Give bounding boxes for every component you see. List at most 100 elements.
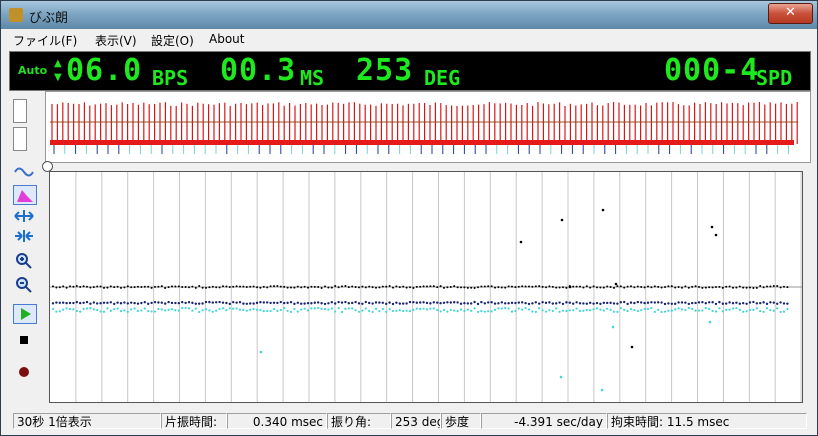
plot-point-navy (140, 301, 143, 305)
plot-point-black (361, 285, 364, 288)
plot-point-black (718, 285, 721, 288)
plot-point-cyan (255, 308, 259, 311)
plot-point-cyan (388, 308, 391, 311)
plot-point-cyan (449, 308, 452, 312)
plot-point-navy (708, 301, 711, 304)
plot-point-navy (51, 302, 55, 305)
menu-view[interactable]: 表示(V) (95, 32, 137, 49)
status-bar: 30秒 1倍表示 片振時間: 0.340 msec 振り角: 253 deg 歩… (9, 411, 809, 431)
plot-point-black (647, 285, 649, 288)
plot-point-cyan (174, 309, 177, 312)
plot-point-cyan (725, 308, 728, 311)
plot-point-black (245, 286, 248, 289)
plot-point-cyan (616, 310, 619, 313)
plot-point-black (109, 285, 112, 288)
menu-settings[interactable]: 設定(O) (151, 32, 194, 49)
plot-point-black (422, 285, 425, 288)
plot-point-navy (572, 302, 575, 305)
plot-point-black (62, 285, 65, 288)
plot-point-cyan (439, 310, 442, 313)
plot-point-navy (480, 300, 483, 304)
window-title: びぶ朗 (29, 11, 69, 26)
menu-file[interactable]: ファイル(F) (13, 32, 77, 49)
plot-point-black (347, 286, 350, 289)
plot-point-cyan (412, 308, 415, 311)
plot-point-navy (470, 302, 473, 305)
plot-point-navy (364, 300, 367, 304)
plot-point-black (473, 286, 476, 289)
plot-point-navy (565, 301, 568, 304)
plot-point-navy (85, 300, 89, 304)
plot-point-navy (415, 301, 418, 304)
plot-point-black (752, 286, 755, 289)
plot-point-black (487, 285, 490, 288)
plot-point-navy (653, 301, 656, 304)
plot-point-black (375, 286, 377, 289)
stop-icon[interactable] (13, 331, 35, 349)
close-button[interactable]: ✕ (768, 3, 813, 24)
plot-point-navy (259, 301, 262, 304)
plot-point-black (310, 285, 313, 288)
channel-box-top[interactable] (13, 99, 27, 123)
plot-point-cyan (225, 309, 228, 312)
spin-up-icon[interactable]: ▲ (54, 58, 62, 69)
plot-point-navy (408, 300, 412, 304)
shrink-horizontal-icon[interactable] (13, 227, 35, 245)
plot-point-black (262, 285, 265, 288)
plot-point-black (660, 286, 663, 289)
plot-outlier (559, 375, 563, 379)
plot-point-cyan (187, 307, 191, 310)
record-icon[interactable] (13, 363, 35, 381)
play-icon[interactable] (13, 304, 37, 324)
plot-point-navy (361, 302, 364, 305)
zoom-in-icon[interactable] (13, 251, 35, 269)
plot-point-navy (786, 302, 789, 305)
plot-point-navy (68, 301, 72, 305)
title-bar[interactable]: びぶ朗 ✕ (1, 1, 817, 29)
plot-point-cyan (572, 309, 575, 312)
plot-point-navy (711, 301, 714, 304)
plot-point-navy (592, 302, 595, 305)
zoom-out-icon[interactable] (13, 275, 35, 293)
plot-point-navy (62, 301, 65, 304)
expand-horizontal-icon[interactable] (13, 207, 35, 225)
plot-point-cyan (201, 309, 204, 312)
plot-point-cyan (633, 308, 636, 312)
plot-point-cyan (517, 307, 520, 310)
sine-wave-icon[interactable] (13, 163, 35, 181)
plot-point-navy (493, 302, 497, 305)
plot-point-black (103, 286, 105, 289)
plot-point-navy (344, 300, 347, 304)
plot-point-cyan (551, 309, 554, 313)
plot-point-navy (262, 301, 265, 304)
plot-point-cyan (269, 309, 272, 313)
plot-point-black (198, 285, 201, 288)
channel-box-bottom[interactable] (13, 127, 27, 151)
plot-point-cyan (351, 307, 354, 310)
plot-point-navy (425, 301, 429, 305)
plot-point-cyan (402, 309, 405, 313)
plot-point-cyan (555, 307, 558, 310)
plot-point-black (786, 286, 789, 289)
plot-point-black (181, 285, 184, 288)
plot-point-navy (160, 301, 163, 304)
plot-point-navy (368, 301, 371, 305)
plot-point-black (708, 286, 711, 289)
histogram-icon[interactable] (13, 185, 37, 205)
plot-point-navy (497, 302, 500, 305)
plot-point-navy (232, 300, 235, 304)
plot-point-navy (521, 301, 524, 304)
plot-point-black (426, 285, 428, 288)
plot-point-navy (606, 301, 609, 305)
plot-point-black (402, 285, 405, 288)
plot-point-cyan (507, 307, 510, 310)
menu-about[interactable]: About (209, 32, 244, 46)
plot-point-black (681, 286, 683, 289)
plot-point-cyan (487, 310, 490, 313)
auto-toggle[interactable]: Auto (18, 64, 47, 77)
plot-point-navy (432, 301, 435, 304)
plot-point-cyan (711, 309, 714, 313)
plot-point-cyan (541, 309, 544, 312)
spin-down-icon[interactable]: ▼ (54, 72, 62, 83)
plot-point-cyan (575, 307, 578, 310)
